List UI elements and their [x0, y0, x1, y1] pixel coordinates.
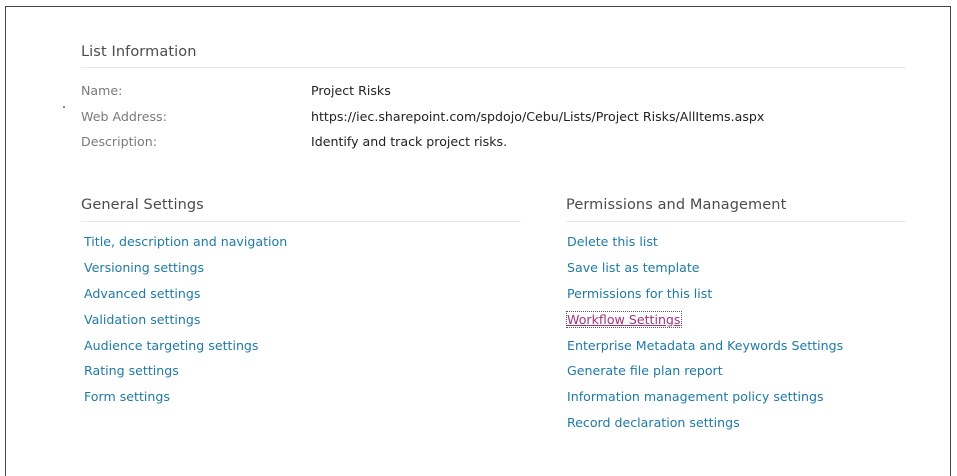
link-title-description-navigation[interactable]: Title, description and navigation: [84, 234, 287, 249]
web-address-value: https://iec.sharepoint.com/spdojo/Cebu/L…: [311, 109, 765, 124]
link-generate-file-plan-report[interactable]: Generate file plan report: [567, 363, 723, 378]
link-advanced-settings[interactable]: Advanced settings: [84, 286, 200, 301]
general-settings-heading: General Settings: [81, 197, 204, 213]
stray-dot: [63, 106, 65, 108]
link-record-declaration-settings[interactable]: Record declaration settings: [567, 415, 740, 430]
general-settings-divider: [81, 221, 521, 222]
permissions-management-heading: Permissions and Management: [566, 197, 787, 213]
link-validation-settings[interactable]: Validation settings: [84, 312, 200, 327]
permissions-management-divider: [566, 221, 906, 222]
name-label: Name:: [81, 83, 123, 98]
link-delete-this-list[interactable]: Delete this list: [567, 234, 658, 249]
link-rating-settings[interactable]: Rating settings: [84, 363, 179, 378]
description-label: Description:: [81, 134, 157, 149]
description-value: Identify and track project risks.: [311, 134, 508, 149]
web-address-label: Web Address:: [81, 109, 167, 124]
link-enterprise-metadata-keywords-settings[interactable]: Enterprise Metadata and Keywords Setting…: [567, 338, 843, 353]
link-form-settings[interactable]: Form settings: [84, 389, 170, 404]
link-versioning-settings[interactable]: Versioning settings: [84, 260, 204, 275]
list-name-value: Project Risks: [311, 83, 391, 98]
list-information-divider: [81, 67, 906, 68]
link-audience-targeting-settings[interactable]: Audience targeting settings: [84, 338, 259, 353]
list-information-heading: List Information: [81, 44, 197, 60]
link-workflow-settings[interactable]: Workflow Settings: [566, 311, 682, 328]
link-save-list-as-template[interactable]: Save list as template: [567, 260, 700, 275]
link-permissions-for-this-list[interactable]: Permissions for this list: [567, 286, 712, 301]
link-information-management-policy-settings[interactable]: Information management policy settings: [567, 389, 824, 404]
